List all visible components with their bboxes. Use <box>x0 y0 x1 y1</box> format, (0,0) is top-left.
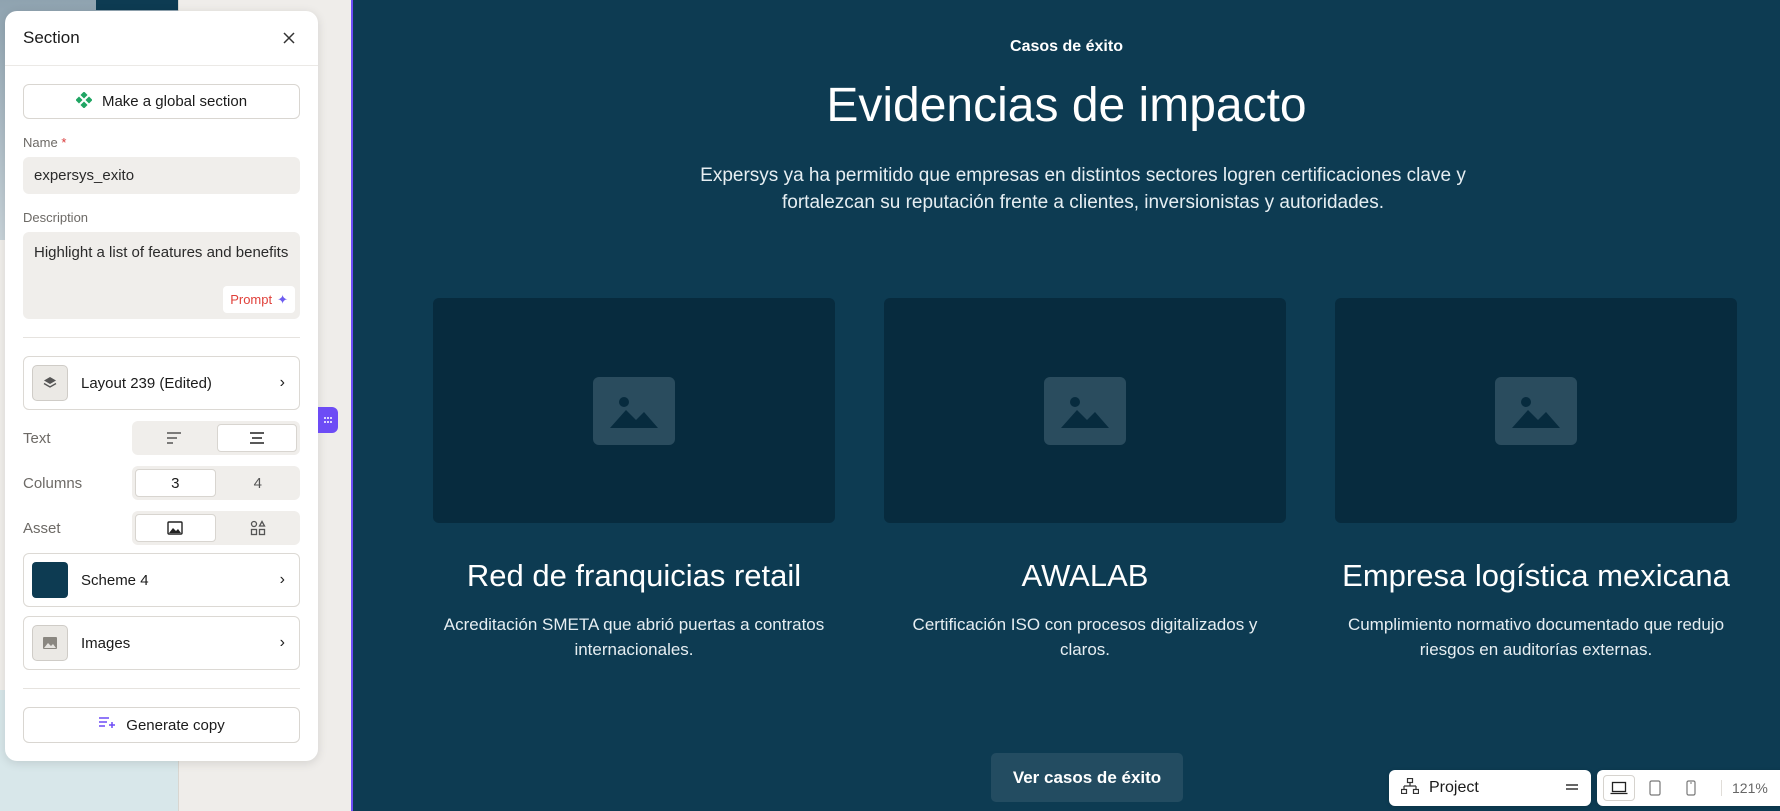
mobile-icon[interactable] <box>1675 775 1707 801</box>
sitemap-icon <box>1400 777 1420 799</box>
chevron-right-icon: › <box>279 634 285 651</box>
generate-text-icon <box>98 716 116 734</box>
image-asset-icon[interactable] <box>135 514 216 542</box>
columns-option-3[interactable]: 3 <box>135 469 216 497</box>
images-selector[interactable]: Images › <box>23 616 300 670</box>
name-label: Name * <box>23 135 67 150</box>
feature-card: Red de franquicias retail Acreditación S… <box>433 298 835 662</box>
section-headline: Evidencias de impacto <box>826 79 1307 132</box>
description-label: Description <box>23 210 89 225</box>
device-preview-bar: 121% <box>1597 770 1780 806</box>
bottom-toolbar: Project 121% <box>1389 770 1780 806</box>
card-description: Cumplimiento normativo documentado que r… <box>1347 615 1725 659</box>
asset-label: Asset <box>23 519 61 537</box>
generate-copy-button[interactable]: Generate copy <box>23 707 300 743</box>
image-placeholder-icon <box>1495 376 1577 445</box>
chevron-right-icon: › <box>279 374 285 391</box>
scheme-swatch <box>32 562 68 598</box>
image-icon <box>32 625 68 661</box>
layout-selector[interactable]: Layout 239 (Edited) › <box>23 356 300 410</box>
card-description: Certificación ISO con procesos digitaliz… <box>912 615 1258 659</box>
panel-title: Section <box>23 28 80 47</box>
global-component-icon <box>75 90 93 112</box>
cards-row: Red de franquicias retail Acreditación S… <box>433 298 1737 662</box>
card-image-placeholder <box>1335 298 1737 523</box>
chevron-right-icon: › <box>279 571 285 588</box>
desktop-icon[interactable] <box>1603 775 1635 801</box>
make-global-section-button[interactable]: Make a global section <box>23 84 300 119</box>
align-center-icon[interactable] <box>216 424 297 452</box>
asset-toggle <box>132 511 300 545</box>
card-title: Empresa logística mexicana <box>1342 558 1730 593</box>
columns-option-4[interactable]: 4 <box>219 469 298 497</box>
section-settings-panel: Section Make a global section Name * exp… <box>5 11 318 761</box>
sparkle-icon: ✦ <box>277 292 288 307</box>
description-field[interactable]: Highlight a list of features and benefit… <box>23 232 300 319</box>
text-align-toggle <box>132 421 300 455</box>
name-field[interactable]: expersys_exito <box>23 157 300 194</box>
panel-header: Section <box>5 11 318 66</box>
align-left-icon[interactable] <box>135 424 214 452</box>
section-preview-canvas[interactable]: Casos de éxito Evidencias de impacto Exp… <box>351 0 1780 811</box>
card-title: Red de franquicias retail <box>466 558 802 593</box>
cta-button[interactable]: Ver casos de éxito <box>991 753 1183 802</box>
columns-toggle: 3 4 <box>132 466 300 500</box>
layers-icon <box>32 365 68 401</box>
feature-card: AWALAB Certificación ISO con procesos di… <box>884 298 1286 662</box>
feature-card: Empresa logística mexicana Cumplimiento … <box>1335 298 1737 662</box>
tablet-icon[interactable] <box>1639 775 1671 801</box>
menu-icon[interactable] <box>1565 779 1579 797</box>
card-image-placeholder <box>433 298 835 523</box>
icon-asset-icon[interactable] <box>219 514 298 542</box>
image-placeholder-icon <box>1044 376 1126 445</box>
zoom-level[interactable]: 121% <box>1721 780 1768 796</box>
prompt-button[interactable]: Prompt ✦ <box>223 286 295 313</box>
drag-handle-icon[interactable] <box>318 407 338 433</box>
text-label: Text <box>23 429 51 447</box>
section-subtext: Expersys ya ha permitido que empresas en… <box>700 165 1466 213</box>
section-eyebrow: Casos de éxito <box>1010 38 1123 55</box>
card-image-placeholder <box>884 298 1286 523</box>
card-description: Acreditación SMETA que abrió puertas a c… <box>443 615 825 659</box>
image-placeholder-icon <box>593 376 675 445</box>
project-navigator-button[interactable]: Project <box>1389 770 1591 806</box>
card-title: AWALAB <box>1021 558 1149 593</box>
columns-label: Columns <box>23 474 83 492</box>
color-scheme-selector[interactable]: Scheme 4 › <box>23 553 300 607</box>
close-icon[interactable] <box>278 27 300 49</box>
